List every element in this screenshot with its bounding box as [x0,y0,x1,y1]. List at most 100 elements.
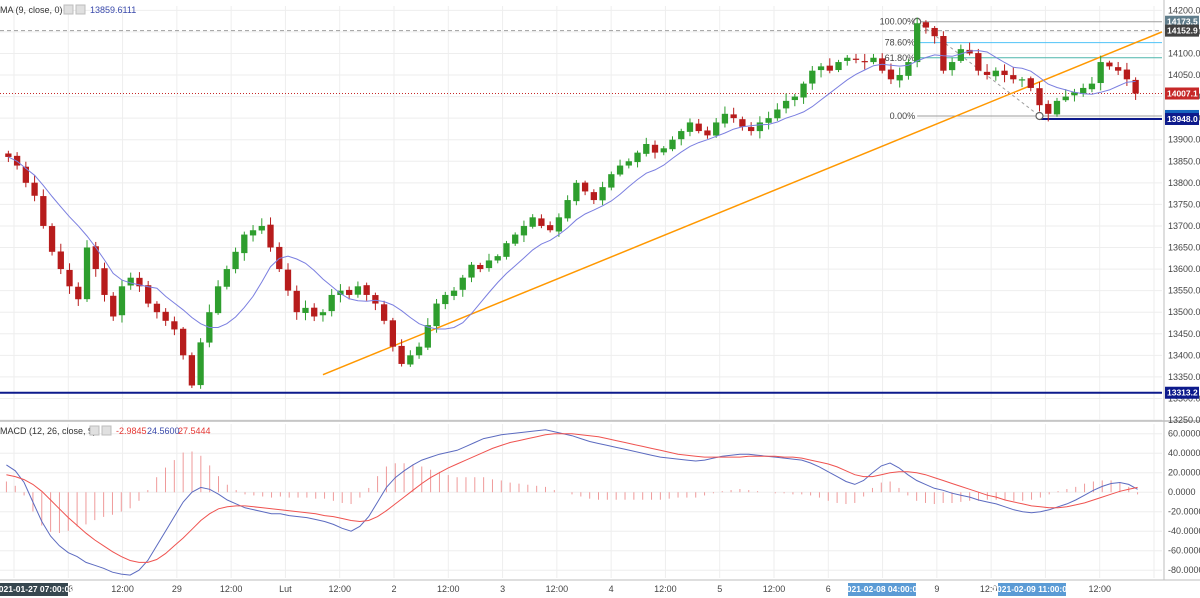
candle-body[interactable] [354,286,362,295]
candle-body[interactable] [450,290,458,296]
candle-body[interactable] [529,217,536,227]
candle-body[interactable] [241,234,248,254]
candle-body[interactable] [817,66,825,71]
candle-body[interactable] [730,114,737,119]
candle-body[interactable] [1106,62,1113,67]
candle-body[interactable] [48,226,56,252]
candle-body[interactable] [800,83,807,98]
candle-body[interactable] [162,311,169,321]
candle-body[interactable] [223,269,230,287]
candle-body[interactable] [608,174,615,188]
candle-body[interactable] [1088,83,1096,90]
candle-body[interactable] [5,153,12,157]
candle-body[interactable] [616,165,624,175]
candle-body[interactable] [555,217,563,232]
candle-body[interactable] [293,290,300,313]
candle-body[interactable] [1053,100,1061,115]
candle-body[interactable] [101,268,108,295]
candle-body[interactable] [512,234,519,244]
candle-body[interactable] [127,277,134,286]
candle-body[interactable] [686,122,694,132]
candle-body[interactable] [774,109,781,119]
candle-body[interactable] [590,192,597,201]
macd-settings-icon[interactable] [89,425,100,436]
candle-body[interactable] [258,225,265,231]
candle-body[interactable] [896,75,903,81]
macd-close-icon[interactable] [101,425,112,436]
candle-body[interactable] [459,277,466,290]
candle-body[interactable] [704,130,711,136]
candle-body[interactable] [678,131,685,140]
candle-body[interactable] [477,264,484,270]
candle-body[interactable] [1123,69,1131,80]
candle-body[interactable] [442,294,449,305]
candle-body[interactable] [372,295,379,304]
candle-body[interactable] [31,182,38,196]
candle-body[interactable] [887,69,895,80]
candle-body[interactable] [625,161,632,166]
candle-body[interactable] [232,251,239,270]
candle-body[interactable] [948,62,956,71]
candle-body[interactable] [267,224,274,248]
candle-body[interactable] [485,260,493,269]
candle-body[interactable] [721,113,729,124]
candle-body[interactable] [57,251,64,270]
candle-body[interactable] [40,196,47,226]
candle-body[interactable] [809,70,816,84]
candle-body[interactable] [503,243,510,257]
candle-body[interactable] [110,295,117,317]
candle-body[interactable] [197,342,204,386]
candle-body[interactable] [782,100,790,109]
candle-body[interactable] [791,96,798,101]
candle-body[interactable] [983,71,991,75]
candle-body[interactable] [643,144,650,154]
candle-body[interactable] [1097,62,1104,84]
candle-body[interactable] [922,22,930,28]
candle-body[interactable] [1045,103,1052,114]
candle-body[interactable] [581,182,589,192]
candle-body[interactable] [695,123,702,132]
candle-body[interactable] [145,285,152,304]
candle-body[interactable] [407,355,414,365]
candle-body[interactable] [118,286,126,316]
candle-body[interactable] [975,53,982,71]
candle-body[interactable] [433,303,440,327]
candle-body[interactable] [660,148,667,153]
candle-body[interactable] [171,321,178,330]
candle-body[interactable] [302,307,309,313]
candle-body[interactable] [1080,87,1087,94]
candle-body[interactable] [319,312,327,316]
candle-body[interactable] [424,325,431,348]
candle-body[interactable] [468,264,475,278]
candle-body[interactable] [765,118,772,123]
candle-body[interactable] [415,346,423,356]
candle-body[interactable] [914,23,921,63]
candle-body[interactable] [547,225,554,231]
candle-body[interactable] [179,328,187,356]
indicator-settings-icon[interactable] [63,4,74,15]
candle-body[interactable] [747,127,755,132]
candle-body[interactable] [1001,70,1008,75]
candle-body[interactable] [328,294,335,312]
candle-body[interactable] [66,269,73,287]
candle-body[interactable] [861,61,868,63]
candle-body[interactable] [1115,67,1122,71]
candle-body[interactable] [835,62,842,71]
candle-body[interactable] [992,70,999,77]
candle-body[interactable] [713,122,720,136]
candle-body[interactable] [634,152,641,163]
candle-body[interactable] [83,247,91,300]
candle-body[interactable] [651,144,659,153]
candle-body[interactable] [398,345,405,364]
candle-body[interactable] [599,187,606,201]
candle-body[interactable] [22,166,29,183]
candle-body[interactable] [311,307,318,317]
candle-body[interactable] [249,230,257,236]
candle-body[interactable] [520,225,528,236]
candle-body[interactable] [389,320,397,347]
candle-body[interactable] [380,304,388,321]
candle-body[interactable] [739,119,746,127]
candle-body[interactable] [1062,96,1069,101]
candle-body[interactable] [870,57,877,63]
candle-body[interactable] [844,57,851,61]
